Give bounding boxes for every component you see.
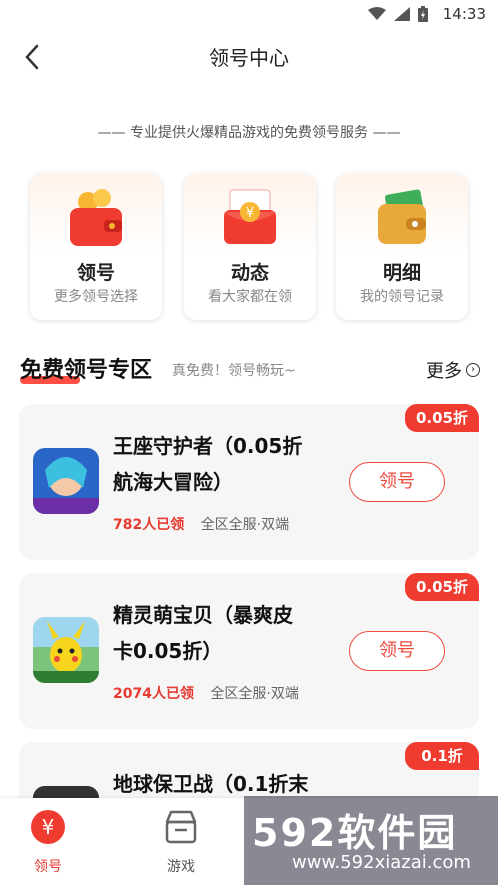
watermark-url: www.592xiazai.com	[292, 852, 471, 873]
claim-button[interactable]: 领号	[349, 462, 445, 502]
chevron-right-icon: ›	[466, 363, 480, 377]
entry-title: 动态	[230, 262, 269, 284]
game-name-line: 王座守护者（0.05折	[113, 434, 303, 458]
more-label: 更多	[426, 361, 462, 382]
game-name: 精灵萌宝贝（暴爽皮 卡0.05折）	[113, 597, 343, 669]
nav-item-games[interactable]: 游戏	[141, 808, 221, 876]
game-name: 王座守护者（0.05折 航海大冒险）	[113, 428, 343, 500]
nav-item-claim[interactable]: ¥ 领号	[8, 808, 88, 876]
svg-text:¥: ¥	[246, 206, 254, 221]
entry-card-records[interactable]: 明细 我的领号记录	[336, 174, 468, 320]
page-title: 领号中心	[209, 46, 289, 70]
top-bar: 领号中心	[0, 28, 498, 84]
game-icon-throne-guardian	[33, 448, 99, 514]
server-info: 全区全服·双端	[200, 517, 290, 533]
slogan-text: —— 专业提供火爆精品游戏的免费领号服务 ——	[97, 125, 401, 141]
entry-title: 领号	[76, 262, 115, 284]
game-name-line: 航海大冒险）	[113, 470, 233, 494]
discount-badge: 0.05折	[405, 404, 479, 432]
entry-card-feed[interactable]: ¥ 动态 看大家都在领	[184, 174, 316, 320]
discount-badge: 0.1折	[405, 742, 479, 770]
yen-coin-icon: ¥	[31, 810, 65, 844]
quick-entry-row: 领号 更多领号选择 ¥ 动态 看大家都在领 明细 我的领号记录	[30, 174, 470, 320]
wifi-icon	[368, 7, 386, 20]
game-icon-pikachu	[33, 617, 99, 683]
wallet-icon	[70, 189, 122, 246]
nav-label: 领号	[34, 859, 62, 875]
battery-icon	[418, 6, 428, 22]
claim-button[interactable]: 领号	[349, 631, 445, 671]
more-link[interactable]: 更多 ›	[426, 357, 480, 383]
entry-subtitle: 看大家都在领	[208, 289, 292, 305]
entry-subtitle: 我的领号记录	[360, 289, 444, 305]
game-stats: 2074人已领 全区全服·双端	[113, 683, 299, 703]
entry-title: 明细	[382, 262, 421, 284]
section-header: 免费领号专区 真免费！领号畅玩~ 更多 ›	[20, 352, 480, 386]
section-title: 免费领号专区	[20, 358, 153, 383]
section-subtitle: 真免费！领号畅玩~	[172, 363, 296, 379]
game-name-line: 精灵萌宝贝（暴爽皮	[113, 603, 293, 627]
entry-subtitle: 更多领号选择	[54, 289, 138, 305]
nav-label: 游戏	[167, 859, 195, 875]
status-icons	[368, 6, 428, 22]
server-info: 全区全服·双端	[210, 686, 299, 702]
discount-badge: 0.05折	[405, 573, 479, 601]
watermark-brand: 592软件园	[252, 811, 458, 855]
watermark: 592软件园 www.592xiazai.com	[244, 796, 498, 885]
status-time: 14:33	[442, 5, 486, 23]
game-box-icon	[165, 810, 197, 844]
entry-card-claim[interactable]: 领号 更多领号选择	[30, 174, 162, 320]
game-card[interactable]: 王座守护者（0.05折 航海大冒险） 782人已领 全区全服·双端 领号 0.0…	[19, 404, 479, 560]
status-bar: 14:33	[0, 0, 498, 28]
red-envelope-icon: ¥	[224, 189, 276, 244]
money-wallet-icon	[378, 189, 426, 244]
signal-icon	[394, 7, 410, 21]
game-name-line: 卡0.05折）	[113, 639, 223, 663]
game-card[interactable]: 精灵萌宝贝（暴爽皮 卡0.05折） 2074人已领 全区全服·双端 领号 0.0…	[19, 573, 479, 729]
claimed-count: 2074人已领	[113, 686, 194, 702]
claimed-count: 782人已领	[113, 517, 185, 533]
game-stats: 782人已领 全区全服·双端	[113, 514, 289, 534]
svg-text:¥: ¥	[42, 815, 55, 839]
